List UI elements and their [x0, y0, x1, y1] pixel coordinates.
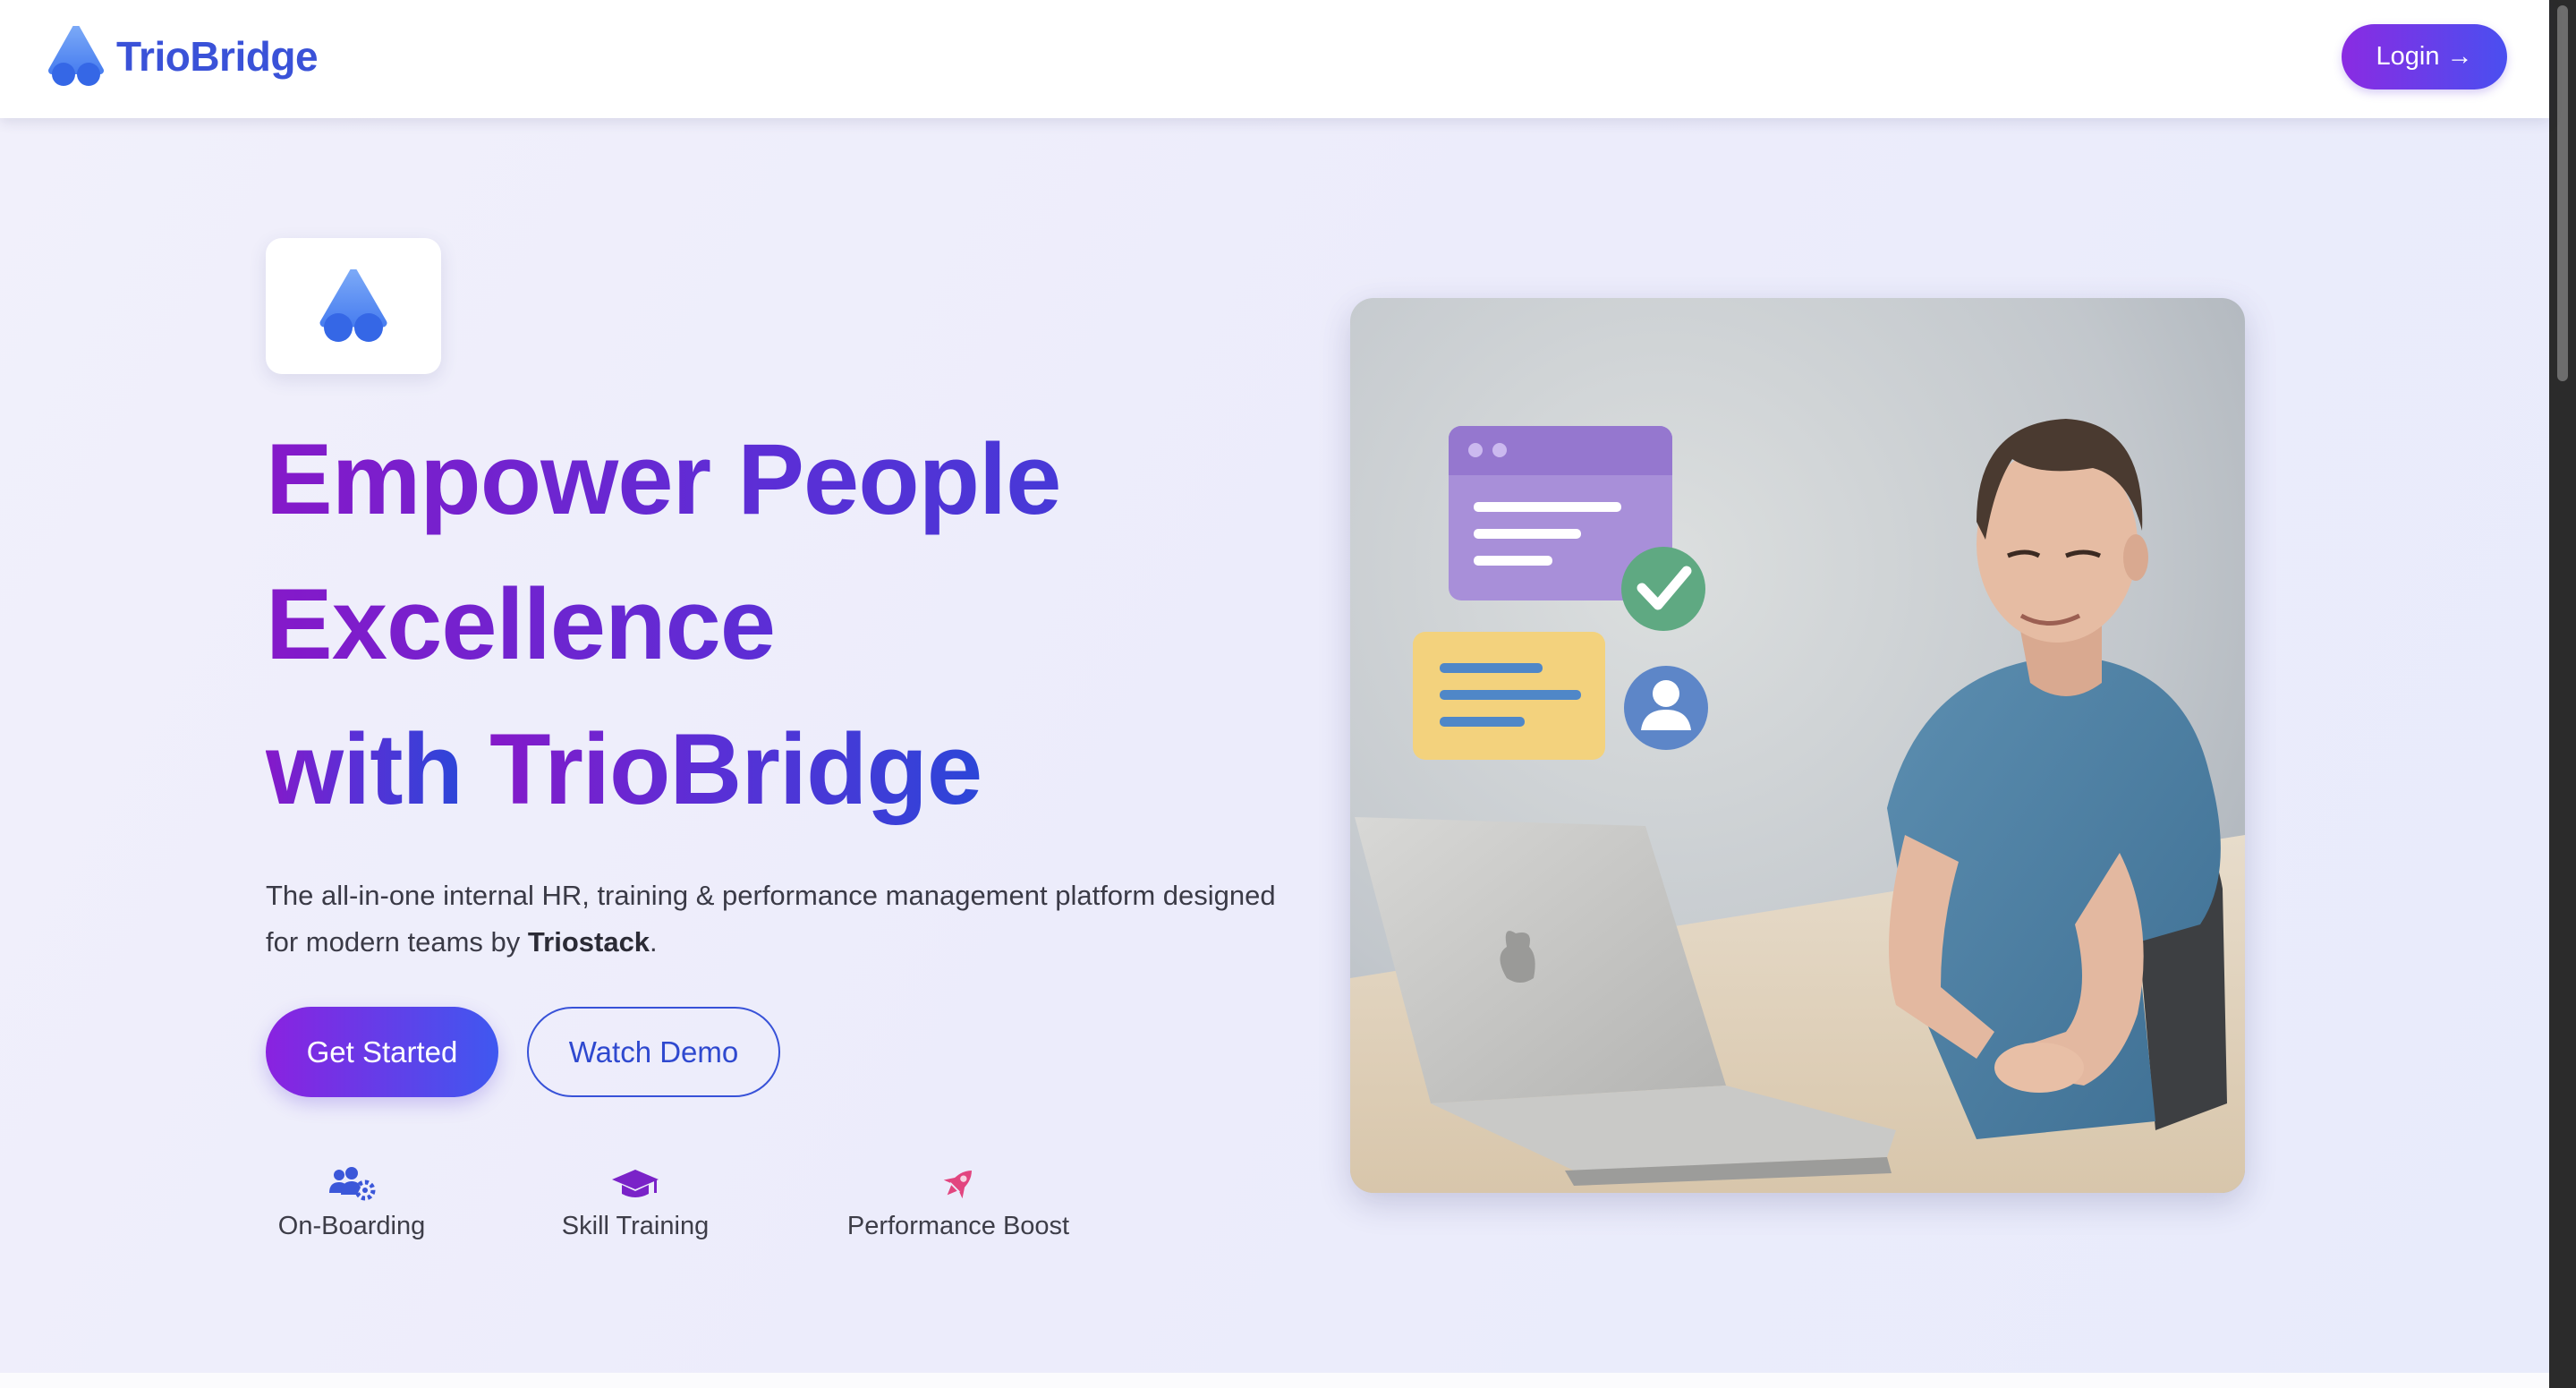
feature-onboarding: On-Boarding	[277, 1163, 426, 1241]
feature-label: On-Boarding	[277, 1212, 426, 1240]
scrollbar-thumb[interactable]	[2557, 5, 2568, 381]
triobridge-logo-icon	[48, 26, 104, 86]
hero-description: The all-in-one internal HR, training & p…	[266, 873, 1295, 966]
top-navbar: TrioBridge Login →	[0, 0, 2549, 118]
hero-headline: Empower People Excellence with TrioBridg…	[266, 407, 1429, 842]
users-cog-icon	[329, 1167, 376, 1201]
feature-label: Performance Boost	[846, 1212, 1070, 1240]
page-scrollbar[interactable]	[2549, 0, 2576, 1388]
feature-performance-boost: Performance Boost	[841, 1163, 1075, 1241]
feature-skill-training: Skill Training	[561, 1163, 710, 1241]
triobridge-logo-icon	[319, 269, 387, 342]
hero-description-main: The all-in-one internal HR, training & p…	[266, 880, 1276, 958]
logo-card	[266, 238, 441, 374]
headline-line-1: Empower People	[266, 407, 1429, 552]
hero-description-end: .	[650, 926, 658, 958]
watch-demo-button[interactable]: Watch Demo	[527, 1007, 780, 1097]
login-button[interactable]: Login →	[2342, 24, 2507, 89]
rocket-icon	[943, 1171, 972, 1199]
person-at-laptop-illustration	[1350, 298, 2245, 1193]
brand-name: TrioBridge	[116, 33, 319, 80]
get-started-button[interactable]: Get Started	[266, 1007, 498, 1097]
brand-logo-link[interactable]: TrioBridge	[47, 25, 319, 88]
feature-label: Skill Training	[561, 1212, 710, 1240]
illustration-scene	[1350, 298, 2245, 1193]
headline-line-2: Excellence	[266, 552, 1429, 697]
headline-brand-word: TrioBridge	[489, 713, 982, 825]
graduation-cap-icon	[612, 1170, 659, 1197]
next-section-edge	[0, 1373, 2549, 1388]
company-name: Triostack	[527, 926, 650, 958]
headline-with-word: with	[266, 713, 463, 825]
headline-line-3: with TrioBridge	[266, 697, 1429, 842]
